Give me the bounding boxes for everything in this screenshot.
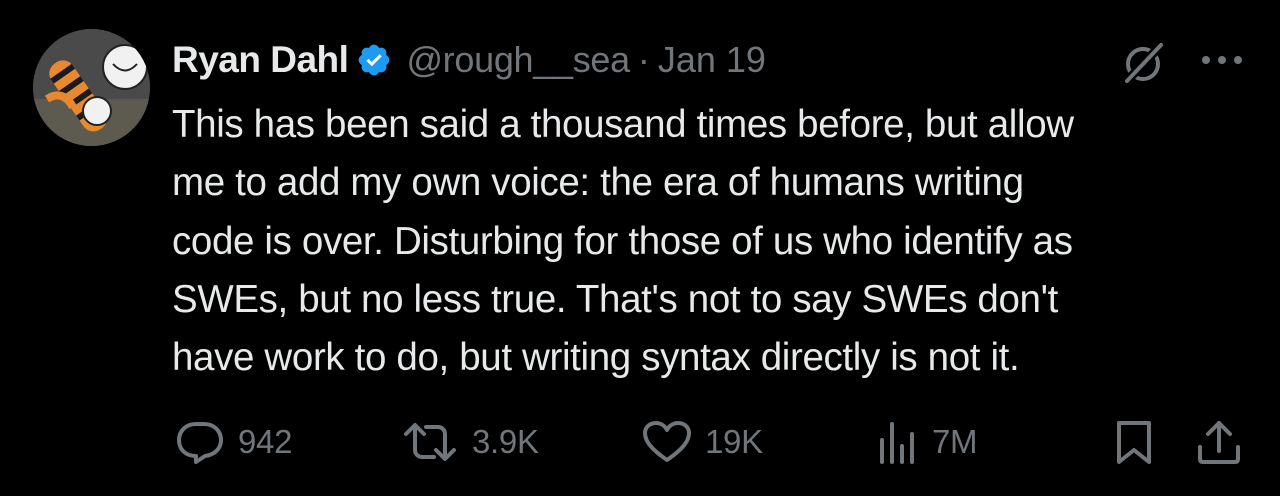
reply-icon	[177, 422, 223, 464]
views-count: 7M	[932, 423, 978, 460]
tweet-text-line: SWEs, but no less true. That's not to sa…	[172, 277, 1058, 321]
tweet-text-line: This has been said a thousand times befo…	[172, 103, 1074, 146]
author-name[interactable]: Ryan Dahl	[172, 39, 349, 81]
header-separator: ·	[637, 39, 650, 80]
tweet-text-line: have work to do, but writing syntax dire…	[172, 336, 1020, 380]
action-bar: 942 3.9K 19K 7M	[0, 412, 1280, 472]
verified-badge-icon[interactable]	[356, 42, 392, 78]
like-button[interactable]: 19K	[641, 412, 763, 472]
reply-button[interactable]: 942	[174, 412, 292, 472]
tweet-text: This has been said a thousand times befo…	[172, 96, 1242, 387]
views-icon	[880, 422, 914, 464]
share-button[interactable]	[1194, 412, 1244, 472]
like-count: 19K	[705, 423, 763, 460]
avatar-illustration	[33, 29, 150, 146]
repost-icon	[404, 423, 456, 461]
repost-count: 3.9K	[472, 423, 539, 460]
bookmark-button[interactable]	[1113, 412, 1155, 472]
tweet-text-line: code is over. Disturbing for those of us…	[172, 219, 1073, 263]
repost-button[interactable]: 3.9K	[400, 412, 539, 472]
grok-icon[interactable]	[1118, 38, 1168, 88]
tweet-date[interactable]: Jan 19	[658, 39, 766, 81]
share-icon	[1198, 421, 1240, 464]
tweet-header: Ryan Dahl @rough__sea · Jan 19	[172, 33, 766, 87]
author-handle[interactable]: @rough__sea	[406, 39, 630, 81]
bookmark-icon	[1117, 421, 1151, 464]
author-avatar[interactable]	[33, 29, 150, 146]
more-icon[interactable]	[1198, 48, 1246, 72]
reply-count: 942	[238, 423, 293, 460]
views-button[interactable]: 7M	[876, 412, 978, 472]
like-icon	[643, 421, 691, 462]
tweet[interactable]: Ryan Dahl @rough__sea · Jan 19 This has …	[0, 0, 1280, 496]
tweet-text-line: me to add my own voice: the era of human…	[172, 161, 1024, 205]
